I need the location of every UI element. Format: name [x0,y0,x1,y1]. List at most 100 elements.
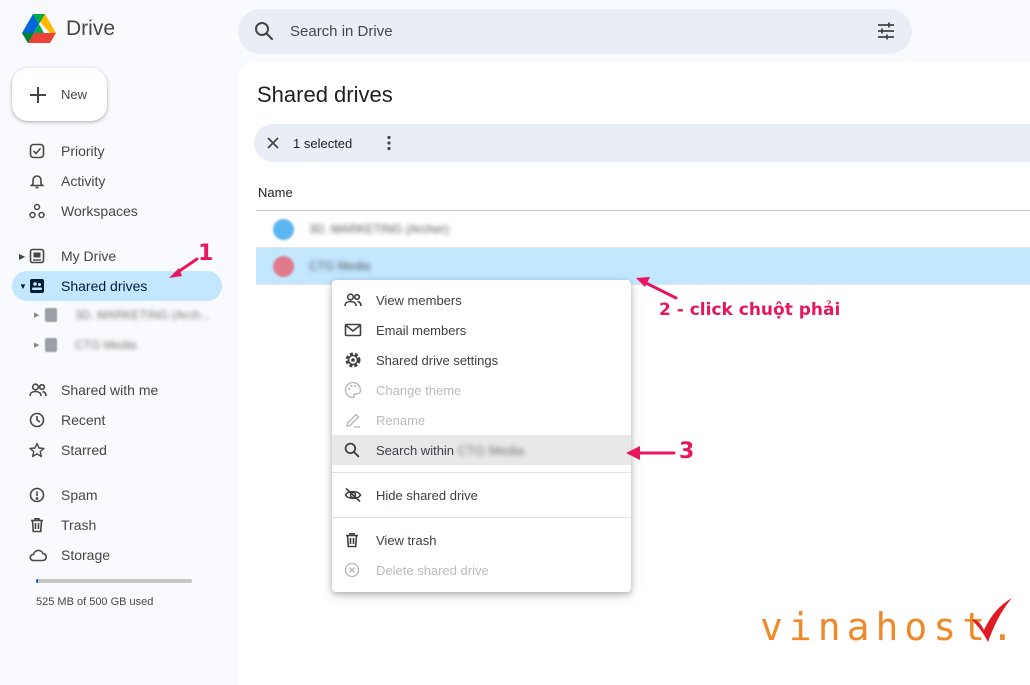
menu-item-label: Email members [376,322,467,338]
drive-logo[interactable]: Drive [22,14,115,44]
close-icon[interactable] [264,134,282,152]
sidebar-item-label: Activity [61,173,106,189]
trash-icon [344,532,360,548]
menu-item-delete-shared-drive[interactable]: Delete shared drive [332,555,631,585]
sidebar-item-priority[interactable]: Priority [12,136,222,166]
watermark-check-icon [972,598,1012,642]
menu-item-label: View members [376,292,462,308]
page-title: Shared drives [257,82,393,107]
settings-icon [344,351,362,369]
sidebar-item-label: Spam [61,487,98,503]
sidebar-item-storage[interactable]: Storage [12,540,222,570]
annotation-step-3: 3 [679,439,695,464]
sidebar-item-workspaces[interactable]: Workspaces [12,196,222,226]
clock-icon [29,412,45,428]
collapse-caret-icon[interactable]: ▼ [19,282,27,291]
annotation-arrow-1 [169,257,199,278]
palette-icon [344,381,362,399]
eye-off-icon [344,487,362,503]
menu-item-rename[interactable]: Rename [332,405,631,435]
more-vert-icon[interactable] [380,134,398,152]
shared-drive-icon [45,308,57,322]
menu-item-hide-shared-drive[interactable]: Hide shared drive [332,480,631,510]
plus-icon [29,86,47,104]
sidebar-item-recent[interactable]: Recent [12,405,222,435]
priority-icon [29,143,45,159]
menu-item-email-members[interactable]: Email members [332,315,631,345]
delete-circle-icon [344,562,360,578]
sidebar-item-label: Trash [61,517,97,533]
sidebar-item-activity[interactable]: Activity [12,166,222,196]
menu-divider [332,472,631,473]
drive-logo-icon [22,14,56,44]
expand-caret-icon[interactable]: ▶ [34,311,39,319]
column-header-name[interactable]: Name [258,185,293,200]
menu-divider [332,517,631,518]
menu-item-label: Rename [376,412,426,428]
menu-item-shared-drive-settings[interactable]: Shared drive settings [332,345,631,375]
table-row[interactable]: 3D. MARKETING (Archer) [256,211,1030,248]
my-drive-icon [29,248,45,264]
context-menu: View members Email members Shared drive … [332,280,631,592]
menu-item-label: View trash [376,532,437,548]
menu-item-view-trash[interactable]: View trash [332,525,631,555]
bell-icon [29,173,45,189]
storage-usage-text: 525 MB of 500 GB used [36,596,154,608]
search-input[interactable] [290,19,850,44]
search-icon [344,442,360,458]
sidebar-item-label: My Drive [61,248,117,264]
sidebar-item-label: Storage [61,547,111,563]
subdrive-label: CTG Media [75,338,137,352]
menu-item-search-within[interactable]: Search within CTG Media [332,435,631,465]
shared-drives-icon [29,278,45,294]
sidebar-item-shared-with-me[interactable]: Shared with me [12,375,222,405]
new-button[interactable]: New [12,68,107,121]
search-options-icon[interactable] [876,21,896,41]
sidebar-item-label: Shared with me [61,382,159,398]
sidebar-item-label: Shared drives [61,278,148,294]
sidebar-item-label: Priority [61,143,105,159]
new-button-label: New [61,87,88,102]
selection-toolbar: 1 selected [254,124,1030,162]
drive-color-icon [273,219,294,240]
search-bar[interactable] [238,9,912,54]
expand-caret-icon[interactable]: ▶ [34,341,39,349]
annotation-arrow-2 [636,277,678,300]
drive-color-icon [273,256,294,277]
sidebar-item-spam[interactable]: Spam [12,480,222,510]
expand-caret-icon[interactable]: ▶ [19,252,25,261]
sidebar-item-label: Starred [61,442,107,458]
workspaces-icon [29,203,45,219]
menu-item-view-members[interactable]: View members [332,285,631,315]
people-icon [344,292,362,308]
pencil-icon [344,411,362,429]
mail-icon [344,323,362,337]
trash-icon [29,517,45,533]
sidebar-item-label: Recent [61,412,106,428]
menu-item-label: Search within CTG Media [376,443,524,458]
star-icon [29,442,45,458]
drive-name-suffix: CTG Media [457,442,525,458]
drive-name: CTG Media [309,259,371,273]
menu-item-label-text: Search within [376,442,455,458]
menu-item-label: Change theme [376,382,462,398]
menu-item-label: Delete shared drive [376,562,489,578]
annotation-step-2: 2 - click chuột phải [659,300,841,320]
storage-progress-fill [36,579,38,583]
sidebar-subdrive[interactable]: ▶ 3D. MARKETING (Arch... [28,301,222,329]
annotation-arrow-3 [626,446,676,460]
sidebar-subdrive[interactable]: ▶ CTG Media [28,331,222,359]
menu-item-change-theme[interactable]: Change theme [332,375,631,405]
spam-icon [29,487,45,503]
people-icon [29,382,47,398]
menu-item-label: Hide shared drive [376,487,478,503]
sidebar-item-starred[interactable]: Starred [12,435,222,465]
app-name: Drive [66,17,116,40]
sidebar-item-trash[interactable]: Trash [12,510,222,540]
selection-count: 1 selected [293,135,353,151]
storage-progress-bar [36,579,192,583]
drive-name: 3D. MARKETING (Archer) [309,222,450,236]
search-icon[interactable] [254,21,274,41]
shared-drive-icon [45,338,57,352]
cloud-icon [29,548,47,562]
